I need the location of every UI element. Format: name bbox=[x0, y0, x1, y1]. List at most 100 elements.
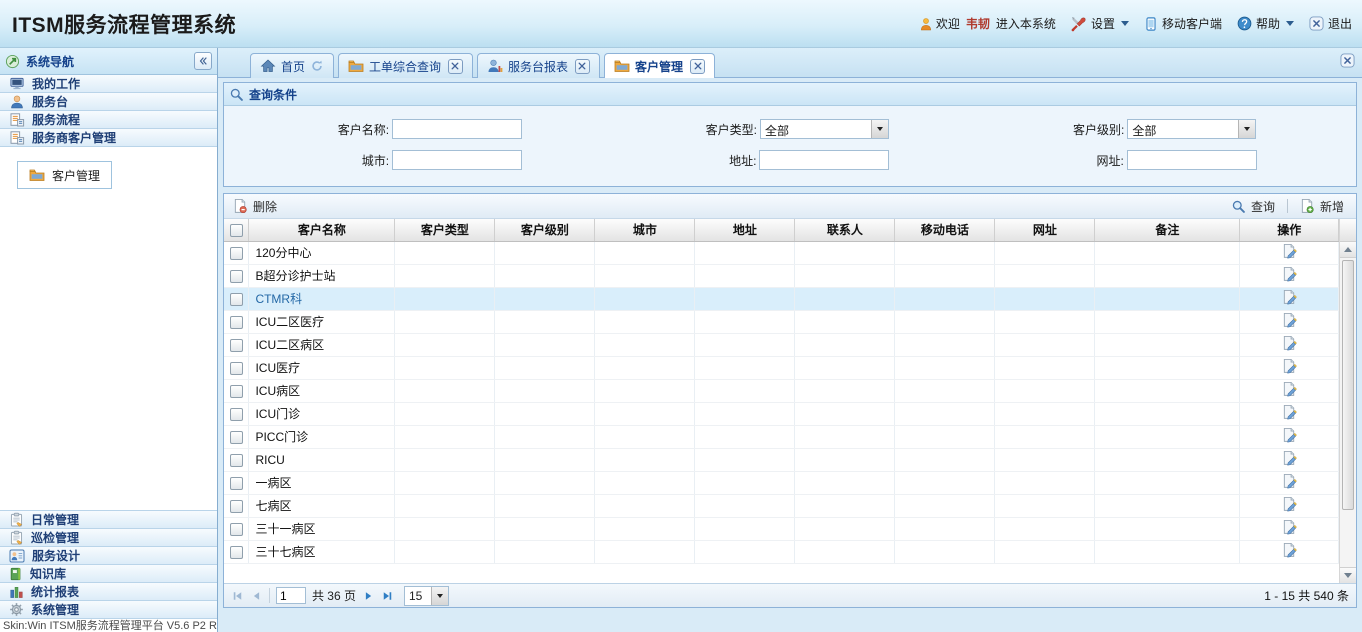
customer-level-select[interactable]: 全部 bbox=[1127, 119, 1256, 139]
table-row[interactable]: CTMR科 bbox=[224, 287, 1339, 310]
collapse-sidebar-button[interactable] bbox=[194, 52, 212, 70]
column-header[interactable]: 客户级别 bbox=[495, 219, 595, 241]
sidebar-item[interactable]: 服务台 bbox=[0, 93, 217, 111]
row-checkbox[interactable] bbox=[230, 362, 243, 375]
row-checkbox[interactable] bbox=[230, 385, 243, 398]
edit-icon[interactable] bbox=[1282, 266, 1297, 282]
row-checkbox[interactable] bbox=[230, 500, 243, 513]
column-header[interactable]: 网址 bbox=[995, 219, 1095, 241]
column-header[interactable]: 操作 bbox=[1240, 219, 1339, 241]
row-checkbox[interactable] bbox=[230, 431, 243, 444]
row-checkbox[interactable] bbox=[230, 408, 243, 421]
edit-icon[interactable] bbox=[1282, 450, 1297, 466]
empty-cell bbox=[795, 448, 895, 471]
tab-1[interactable]: 工单综合查询 bbox=[338, 53, 473, 78]
edit-icon[interactable] bbox=[1282, 289, 1297, 305]
address-input[interactable] bbox=[759, 150, 889, 170]
table-row[interactable]: 三十一病区 bbox=[224, 517, 1339, 540]
chevron-down-icon[interactable] bbox=[1238, 120, 1255, 138]
sidebar-item[interactable]: 服务商客户管理 bbox=[0, 129, 217, 147]
scroll-up-button[interactable] bbox=[1340, 242, 1356, 258]
first-page-button[interactable] bbox=[231, 590, 244, 602]
row-checkbox[interactable] bbox=[230, 477, 243, 490]
column-header[interactable]: 移动电话 bbox=[895, 219, 995, 241]
row-checkbox[interactable] bbox=[230, 270, 243, 283]
table-row[interactable]: ICU病区 bbox=[224, 379, 1339, 402]
edit-icon[interactable] bbox=[1282, 243, 1297, 259]
column-header[interactable]: 联系人 bbox=[795, 219, 895, 241]
sidebar-item[interactable]: 服务流程 bbox=[0, 111, 217, 129]
table-row[interactable]: ICU二区医疗 bbox=[224, 310, 1339, 333]
settings-menu[interactable]: 设置 bbox=[1071, 15, 1129, 32]
tab-close-icon[interactable] bbox=[448, 59, 463, 74]
row-checkbox[interactable] bbox=[230, 339, 243, 352]
help-menu[interactable]: 帮助 bbox=[1237, 15, 1294, 32]
edit-icon[interactable] bbox=[1282, 404, 1297, 420]
edit-icon[interactable] bbox=[1282, 519, 1297, 535]
next-page-button[interactable] bbox=[362, 590, 375, 602]
table-row[interactable]: 120分中心 bbox=[224, 241, 1339, 264]
customer-name-input[interactable] bbox=[392, 119, 522, 139]
sidebar-item[interactable]: 系统管理 bbox=[0, 601, 217, 619]
row-checkbox[interactable] bbox=[230, 293, 243, 306]
chevron-down-icon[interactable] bbox=[871, 120, 888, 138]
table-row[interactable]: 一病区 bbox=[224, 471, 1339, 494]
table-row[interactable]: RICU bbox=[224, 448, 1339, 471]
prev-page-button[interactable] bbox=[250, 590, 263, 602]
sidebar-item[interactable]: 巡检管理 bbox=[0, 529, 217, 547]
table-row[interactable]: PICC门诊 bbox=[224, 425, 1339, 448]
tab-2[interactable]: 服务台报表 bbox=[477, 53, 600, 78]
select-all-checkbox[interactable] bbox=[230, 224, 243, 237]
edit-icon[interactable] bbox=[1282, 358, 1297, 374]
city-input[interactable] bbox=[392, 150, 522, 170]
edit-icon[interactable] bbox=[1282, 542, 1297, 558]
tab-3[interactable]: 客户管理 bbox=[604, 53, 715, 78]
sidebar-item[interactable]: 知识库 bbox=[0, 565, 217, 583]
column-header[interactable]: 客户类型 bbox=[395, 219, 495, 241]
sidebar-item-customer-management[interactable]: 客户管理 bbox=[17, 161, 112, 189]
sidebar-item[interactable]: 服务设计 bbox=[0, 547, 217, 565]
search-button[interactable]: 查询 bbox=[1227, 196, 1279, 217]
page-number-input[interactable] bbox=[276, 587, 306, 604]
sidebar-item[interactable]: 我的工作 bbox=[0, 75, 217, 93]
edit-icon[interactable] bbox=[1282, 381, 1297, 397]
tab-0[interactable]: 首页 bbox=[250, 53, 334, 78]
mobile-client-button[interactable]: 移动客户端 bbox=[1144, 15, 1222, 32]
customer-type-select[interactable]: 全部 bbox=[760, 119, 889, 139]
last-page-button[interactable] bbox=[381, 590, 394, 602]
column-header[interactable]: 备注 bbox=[1095, 219, 1240, 241]
tab-close-icon[interactable] bbox=[575, 59, 590, 74]
table-row[interactable]: ICU二区病区 bbox=[224, 333, 1339, 356]
table-row[interactable]: 七病区 bbox=[224, 494, 1339, 517]
column-header[interactable]: 客户名称 bbox=[249, 219, 395, 241]
edit-icon[interactable] bbox=[1282, 473, 1297, 489]
add-button[interactable]: 新增 bbox=[1296, 196, 1348, 217]
logout-button[interactable]: 退出 bbox=[1309, 15, 1352, 32]
website-input[interactable] bbox=[1127, 150, 1257, 170]
edit-icon[interactable] bbox=[1282, 312, 1297, 328]
column-header[interactable]: 城市 bbox=[595, 219, 695, 241]
sidebar-item[interactable]: 日常管理 bbox=[0, 511, 217, 529]
edit-icon[interactable] bbox=[1282, 427, 1297, 443]
row-checkbox[interactable] bbox=[230, 546, 243, 559]
close-panel-button[interactable] bbox=[1340, 53, 1355, 68]
chevron-down-icon[interactable] bbox=[431, 587, 448, 605]
sidebar-item[interactable]: 统计报表 bbox=[0, 583, 217, 601]
row-checkbox[interactable] bbox=[230, 316, 243, 329]
edit-icon[interactable] bbox=[1282, 496, 1297, 512]
edit-icon[interactable] bbox=[1282, 335, 1297, 351]
scrollbar-thumb[interactable] bbox=[1342, 260, 1354, 510]
page-size-select[interactable]: 15 bbox=[404, 586, 449, 606]
table-row[interactable]: 三十七病区 bbox=[224, 540, 1339, 563]
column-header[interactable]: 地址 bbox=[695, 219, 795, 241]
table-row[interactable]: ICU门诊 bbox=[224, 402, 1339, 425]
tab-close-icon[interactable] bbox=[690, 59, 705, 74]
scroll-down-button[interactable] bbox=[1340, 567, 1356, 583]
row-checkbox[interactable] bbox=[230, 247, 243, 260]
vertical-scrollbar[interactable] bbox=[1339, 219, 1356, 583]
row-checkbox[interactable] bbox=[230, 454, 243, 467]
delete-button[interactable]: 删除 bbox=[229, 196, 281, 217]
table-row[interactable]: B超分诊护士站 bbox=[224, 264, 1339, 287]
table-row[interactable]: ICU医疗 bbox=[224, 356, 1339, 379]
row-checkbox[interactable] bbox=[230, 523, 243, 536]
